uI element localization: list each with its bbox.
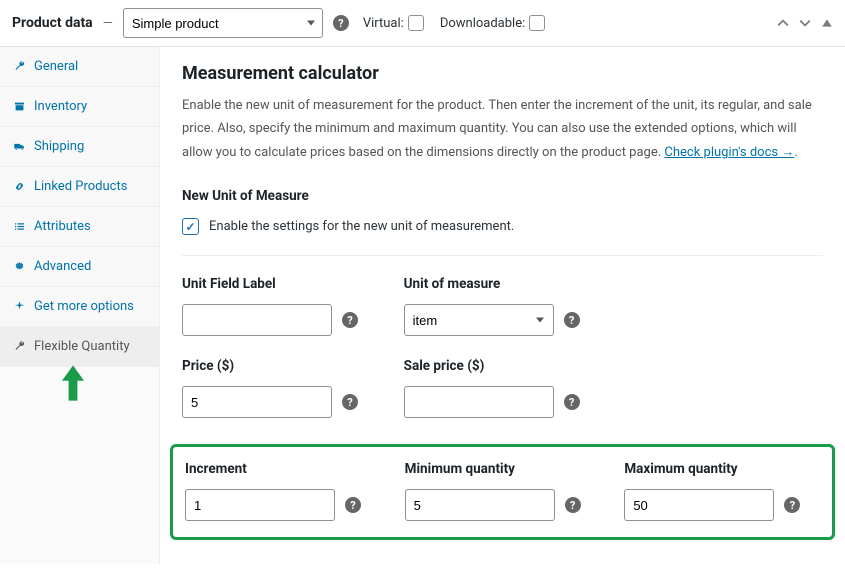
help-icon[interactable]: ? [564,312,580,328]
enable-row: ✓ Enable the settings for the new unit o… [182,218,823,256]
product-data-tabs: General Inventory Shipping Linked Produc… [0,47,160,564]
tab-general[interactable]: General [0,47,159,87]
fields-grid: Unit Field Label ? Unit of measure item … [182,276,823,540]
tab-label: Linked Products [34,179,127,194]
virtual-label: Virtual: [363,16,404,31]
tab-label: Inventory [34,99,87,114]
downloadable-label: Downloadable: [440,16,525,31]
field-price: Price ($) ? [182,358,380,418]
truck-icon [12,140,26,154]
wrench-icon [12,340,26,354]
move-up-icon[interactable] [777,17,789,29]
field-unit-of-measure: Unit of measure item ? [404,276,602,336]
field-increment: Increment ? [185,461,381,521]
product-type-select-wrap: Simple product [123,8,323,38]
panel-header-controls [777,17,833,29]
tab-shipping[interactable]: Shipping [0,127,159,167]
wrench-icon [12,60,26,74]
price-label: Price ($) [182,358,380,374]
downloadable-toggle[interactable]: Downloadable: [440,15,545,31]
tab-label: Attributes [34,219,91,234]
unit-field-label-input[interactable] [182,304,332,336]
help-icon[interactable]: ? [345,497,361,513]
gear-icon [12,260,26,274]
sale-price-label: Sale price ($) [404,358,602,374]
tab-label: Get more options [34,299,134,314]
virtual-toggle[interactable]: Virtual: [363,15,424,31]
tab-attributes[interactable]: Attributes [0,207,159,247]
increment-input[interactable] [185,489,335,521]
field-unit-field-label: Unit Field Label ? [182,276,380,336]
help-icon[interactable]: ? [342,312,358,328]
docs-link[interactable]: Check plugin's docs → [664,145,794,160]
new-unit-heading: New Unit of Measure [182,188,823,204]
tab-flexible-quantity[interactable]: Flexible Quantity [0,327,159,367]
annotation-arrow-icon [0,365,159,401]
link-icon [12,180,26,194]
panel-title: Product data [12,15,93,31]
field-spacer-2 [625,358,823,418]
move-down-icon[interactable] [799,17,811,29]
enable-checkbox[interactable]: ✓ [182,218,199,235]
min-quantity-label: Minimum quantity [405,461,601,477]
help-icon[interactable]: ? [784,497,800,513]
tab-inventory[interactable]: Inventory [0,87,159,127]
product-type-select[interactable]: Simple product [123,8,323,38]
tab-label: Shipping [34,139,84,154]
virtual-checkbox[interactable] [408,15,424,31]
tab-label: Flexible Quantity [34,339,130,354]
increment-label: Increment [185,461,381,477]
archive-icon [12,100,26,114]
help-icon[interactable]: ? [333,15,349,31]
enable-label: Enable the settings for the new unit of … [209,219,514,234]
section-title: Measurement calculator [182,63,823,84]
max-quantity-input[interactable] [624,489,774,521]
field-spacer [625,276,823,336]
dash-separator: — [103,16,113,31]
product-type-toggles: Virtual: Downloadable: [363,15,545,31]
unit-field-label-label: Unit Field Label [182,276,380,292]
list-icon [12,220,26,234]
collapse-icon[interactable] [821,17,833,29]
field-sale-price: Sale price ($) ? [404,358,602,418]
downloadable-checkbox[interactable] [529,15,545,31]
field-min-quantity: Minimum quantity ? [405,461,601,521]
tab-label: Advanced [34,259,91,274]
field-max-quantity: Maximum quantity ? [624,461,820,521]
panel-body: General Inventory Shipping Linked Produc… [0,47,845,564]
tab-advanced[interactable]: Advanced [0,247,159,287]
price-input[interactable] [182,386,332,418]
tab-content: Measurement calculator Enable the new un… [160,47,845,564]
help-icon[interactable]: ? [564,394,580,410]
min-quantity-input[interactable] [405,489,555,521]
tab-get-more-options[interactable]: Get more options [0,287,159,327]
section-description: Enable the new unit of measurement for t… [182,94,823,164]
highlighted-quantity-settings: Increment ? Minimum quantity ? Maximum q… [170,444,835,540]
spark-icon [12,300,26,314]
unit-of-measure-select[interactable]: item [404,304,554,336]
tab-linked-products[interactable]: Linked Products [0,167,159,207]
help-icon[interactable]: ? [342,394,358,410]
product-data-header: Product data — Simple product ? Virtual:… [0,0,845,47]
max-quantity-label: Maximum quantity [624,461,820,477]
help-icon[interactable]: ? [565,497,581,513]
sale-price-input[interactable] [404,386,554,418]
tab-label: General [34,59,78,74]
unit-of-measure-label: Unit of measure [404,276,602,292]
